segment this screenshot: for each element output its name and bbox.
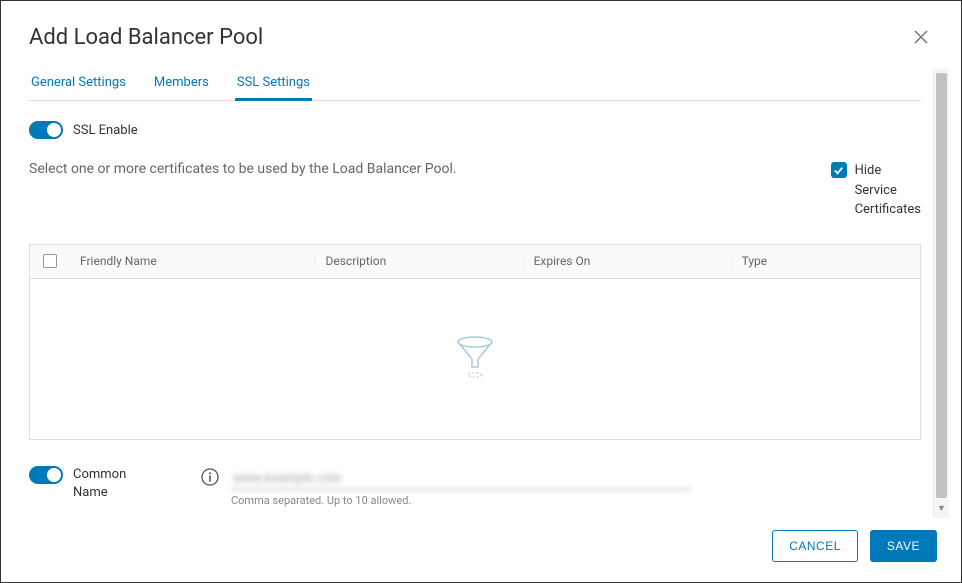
funnel-icon (455, 335, 495, 383)
scrollbar[interactable]: ▲ ▼ (933, 69, 949, 518)
certificates-table: Friendly Name Description Expires On Typ… (29, 244, 921, 440)
common-name-label: CommonName (73, 466, 126, 502)
tab-members[interactable]: Members (152, 69, 211, 100)
table-header: Friendly Name Description Expires On Typ… (30, 245, 920, 279)
modal-body: General Settings Members SSL Settings SS… (1, 69, 933, 518)
common-name-row: CommonName Comma separated. Up to 10 all… (29, 466, 921, 507)
scroll-up-arrow-icon[interactable]: ▲ (934, 69, 949, 71)
table-select-all-cell (30, 254, 70, 268)
tab-ssl-settings[interactable]: SSL Settings (235, 69, 312, 100)
save-button[interactable]: SAVE (870, 530, 937, 562)
table-empty-state (30, 279, 920, 439)
cert-section-description: Select one or more certificates to be us… (29, 161, 457, 177)
hide-service-certs-row: HideServiceCertificates (831, 161, 921, 220)
tab-general-settings[interactable]: General Settings (29, 69, 128, 100)
modal-add-lb-pool: Add Load Balancer Pool General Settings … (1, 1, 961, 582)
info-icon[interactable] (201, 468, 219, 490)
column-friendly-name[interactable]: Friendly Name (70, 254, 314, 268)
common-name-input[interactable] (231, 466, 691, 490)
common-name-input-col: Comma separated. Up to 10 allowed. (231, 466, 691, 507)
cancel-button[interactable]: CANCEL (772, 530, 858, 562)
tabs: General Settings Members SSL Settings (29, 69, 921, 101)
common-name-helper: Comma separated. Up to 10 allowed. (231, 494, 691, 507)
table-select-all-checkbox[interactable] (43, 254, 57, 268)
close-icon (913, 29, 929, 45)
hide-service-certs-label: HideServiceCertificates (855, 161, 921, 220)
close-button[interactable] (909, 25, 933, 53)
modal-header: Add Load Balancer Pool (1, 1, 961, 69)
column-description[interactable]: Description (314, 254, 522, 268)
ssl-enable-row: SSL Enable (29, 121, 921, 139)
ssl-enable-label: SSL Enable (73, 123, 138, 138)
cert-section-row: Select one or more certificates to be us… (29, 161, 921, 220)
column-type[interactable]: Type (731, 254, 920, 268)
column-expires-on[interactable]: Expires On (523, 254, 731, 268)
common-name-toggle-col: CommonName (29, 466, 189, 502)
scroll-down-arrow-icon[interactable]: ▼ (934, 502, 949, 516)
checkmark-icon (833, 165, 844, 176)
modal-title: Add Load Balancer Pool (29, 25, 263, 50)
scroll-thumb[interactable] (936, 73, 947, 498)
modal-footer: CANCEL SAVE (1, 518, 961, 582)
ssl-enable-toggle[interactable] (29, 121, 63, 139)
modal-body-wrap: General Settings Members SSL Settings SS… (1, 69, 961, 518)
hide-service-certs-checkbox[interactable] (831, 162, 847, 178)
common-name-toggle[interactable] (29, 466, 63, 484)
